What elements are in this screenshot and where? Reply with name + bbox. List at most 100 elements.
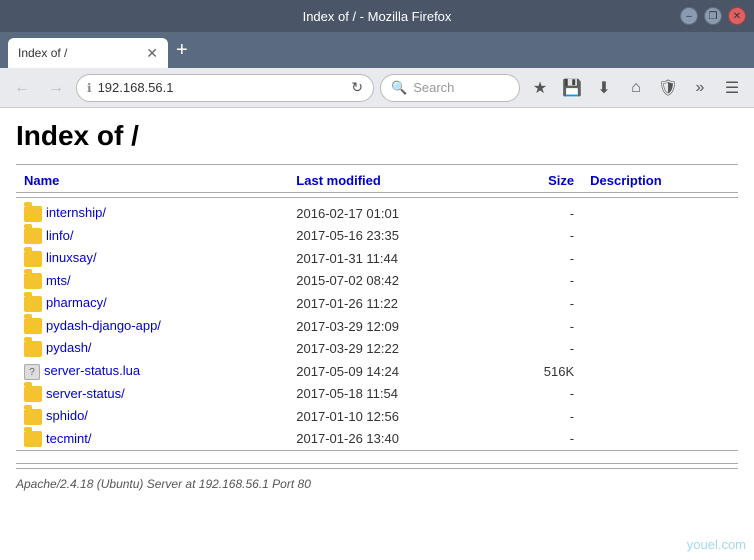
- size-cell: -: [500, 292, 583, 315]
- size-cell: -: [500, 315, 583, 338]
- file-link[interactable]: pharmacy/: [46, 295, 107, 310]
- tab-close-button[interactable]: ✕: [146, 45, 158, 62]
- shield-button[interactable]: 🛡: [654, 74, 682, 102]
- description-cell: [582, 360, 738, 383]
- search-icon: 🔍: [391, 80, 407, 96]
- top-divider: [16, 164, 738, 165]
- table-row: sphido/2017-01-10 12:56-: [16, 405, 738, 428]
- last-modified-cell: 2017-05-16 23:35: [288, 225, 499, 248]
- folder-icon: [24, 296, 42, 312]
- info-icon: ℹ: [87, 81, 92, 95]
- file-name-cell: linfo/: [16, 225, 288, 248]
- folder-icon: [24, 409, 42, 425]
- last-modified-cell: 2017-01-26 11:22: [288, 292, 499, 315]
- size-cell: -: [500, 405, 583, 428]
- window-controls: – ❒ ✕: [680, 7, 746, 25]
- folder-icon: [24, 431, 42, 447]
- file-link[interactable]: linuxsay/: [46, 250, 97, 265]
- download-button[interactable]: ⬇: [590, 74, 618, 102]
- size-cell: -: [500, 337, 583, 360]
- folder-icon: [24, 318, 42, 334]
- last-modified-cell: 2016-02-17 01:01: [288, 202, 499, 225]
- nav-icons: ★ 💾 ⬇ ⌂ 🛡 » ☰: [526, 74, 746, 102]
- file-link[interactable]: server-status/: [46, 386, 125, 401]
- table-row: tecmint/2017-01-26 13:40-: [16, 428, 738, 451]
- restore-button[interactable]: ❒: [704, 7, 722, 25]
- menu-button[interactable]: ☰: [718, 74, 746, 102]
- file-link[interactable]: mts/: [46, 273, 71, 288]
- navbar: ← → ℹ 192.168.56.1 ↻ 🔍 Search ★ 💾 ⬇ ⌂ 🛡 …: [0, 68, 754, 108]
- folder-icon: [24, 386, 42, 402]
- last-modified-cell: 2015-07-02 08:42: [288, 270, 499, 293]
- table-row: pydash/2017-03-29 12:22-: [16, 337, 738, 360]
- col-header-last-modified[interactable]: Last modified: [288, 169, 499, 193]
- table-row: mts/2015-07-02 08:42-: [16, 270, 738, 293]
- folder-icon: [24, 341, 42, 357]
- address-bar[interactable]: ℹ 192.168.56.1 ↻: [76, 74, 374, 102]
- minimize-button[interactable]: –: [680, 7, 698, 25]
- size-cell: -: [500, 270, 583, 293]
- col-header-size[interactable]: Size: [500, 169, 583, 193]
- table-header-row: Name Last modified Size Description: [16, 169, 738, 193]
- table-row: linfo/2017-05-16 23:35-: [16, 225, 738, 248]
- bookmark-star-button[interactable]: ★: [526, 74, 554, 102]
- file-link[interactable]: sphido/: [46, 408, 88, 423]
- file-name-cell: linuxsay/: [16, 247, 288, 270]
- file-name-cell: mts/: [16, 270, 288, 293]
- server-info-row: Apache/2.4.18 (Ubuntu) Server at 192.168…: [16, 469, 738, 492]
- file-link[interactable]: pydash/: [46, 340, 92, 355]
- last-modified-cell: 2017-05-09 14:24: [288, 360, 499, 383]
- forward-button[interactable]: →: [42, 74, 70, 102]
- size-cell: -: [500, 247, 583, 270]
- page-title: Index of /: [16, 120, 738, 152]
- home-button[interactable]: ⌂: [622, 74, 650, 102]
- file-name-cell: pydash/: [16, 337, 288, 360]
- last-modified-cell: 2017-01-10 12:56: [288, 405, 499, 428]
- description-cell: [582, 405, 738, 428]
- table-footer-row: [16, 451, 738, 469]
- description-cell: [582, 383, 738, 406]
- close-button[interactable]: ✕: [728, 7, 746, 25]
- search-placeholder: Search: [413, 80, 454, 95]
- header-divider: [16, 197, 738, 198]
- folder-icon: [24, 206, 42, 222]
- titlebar-title: Index of / - Mozilla Firefox: [303, 9, 452, 24]
- tab-label: Index of /: [18, 46, 67, 60]
- file-name-cell: pharmacy/: [16, 292, 288, 315]
- reload-button[interactable]: ↻: [351, 79, 363, 96]
- save-page-button[interactable]: 💾: [558, 74, 586, 102]
- description-cell: [582, 247, 738, 270]
- address-text: 192.168.56.1: [98, 80, 346, 95]
- tabbar: Index of / ✕ +: [0, 32, 754, 68]
- page-content: Index of / Name Last modified Size Descr…: [0, 108, 754, 560]
- last-modified-cell: 2017-05-18 11:54: [288, 383, 499, 406]
- table-row: internship/2016-02-17 01:01-: [16, 202, 738, 225]
- description-cell: [582, 292, 738, 315]
- description-cell: [582, 337, 738, 360]
- table-row: pharmacy/2017-01-26 11:22-: [16, 292, 738, 315]
- last-modified-cell: 2017-01-26 13:40: [288, 428, 499, 451]
- new-tab-button[interactable]: +: [168, 39, 196, 62]
- size-cell: -: [500, 202, 583, 225]
- file-link[interactable]: tecmint/: [46, 431, 92, 446]
- back-button[interactable]: ←: [8, 74, 36, 102]
- size-cell: -: [500, 383, 583, 406]
- file-name-cell: ?server-status.lua: [16, 360, 288, 383]
- file-link[interactable]: linfo/: [46, 228, 73, 243]
- search-bar[interactable]: 🔍 Search: [380, 74, 520, 102]
- folder-icon: [24, 273, 42, 289]
- file-name-cell: pydash-django-app/: [16, 315, 288, 338]
- file-link[interactable]: pydash-django-app/: [46, 318, 161, 333]
- col-header-name[interactable]: Name: [16, 169, 288, 193]
- active-tab[interactable]: Index of / ✕: [8, 38, 168, 68]
- table-row: pydash-django-app/2017-03-29 12:09-: [16, 315, 738, 338]
- table-row: linuxsay/2017-01-31 11:44-: [16, 247, 738, 270]
- file-name-cell: server-status/: [16, 383, 288, 406]
- more-tools-button[interactable]: »: [686, 74, 714, 102]
- file-name-cell: tecmint/: [16, 428, 288, 451]
- size-cell: 516K: [500, 360, 583, 383]
- file-link[interactable]: internship/: [46, 205, 106, 220]
- description-cell: [582, 225, 738, 248]
- file-link[interactable]: server-status.lua: [44, 363, 140, 378]
- col-header-description[interactable]: Description: [582, 169, 738, 193]
